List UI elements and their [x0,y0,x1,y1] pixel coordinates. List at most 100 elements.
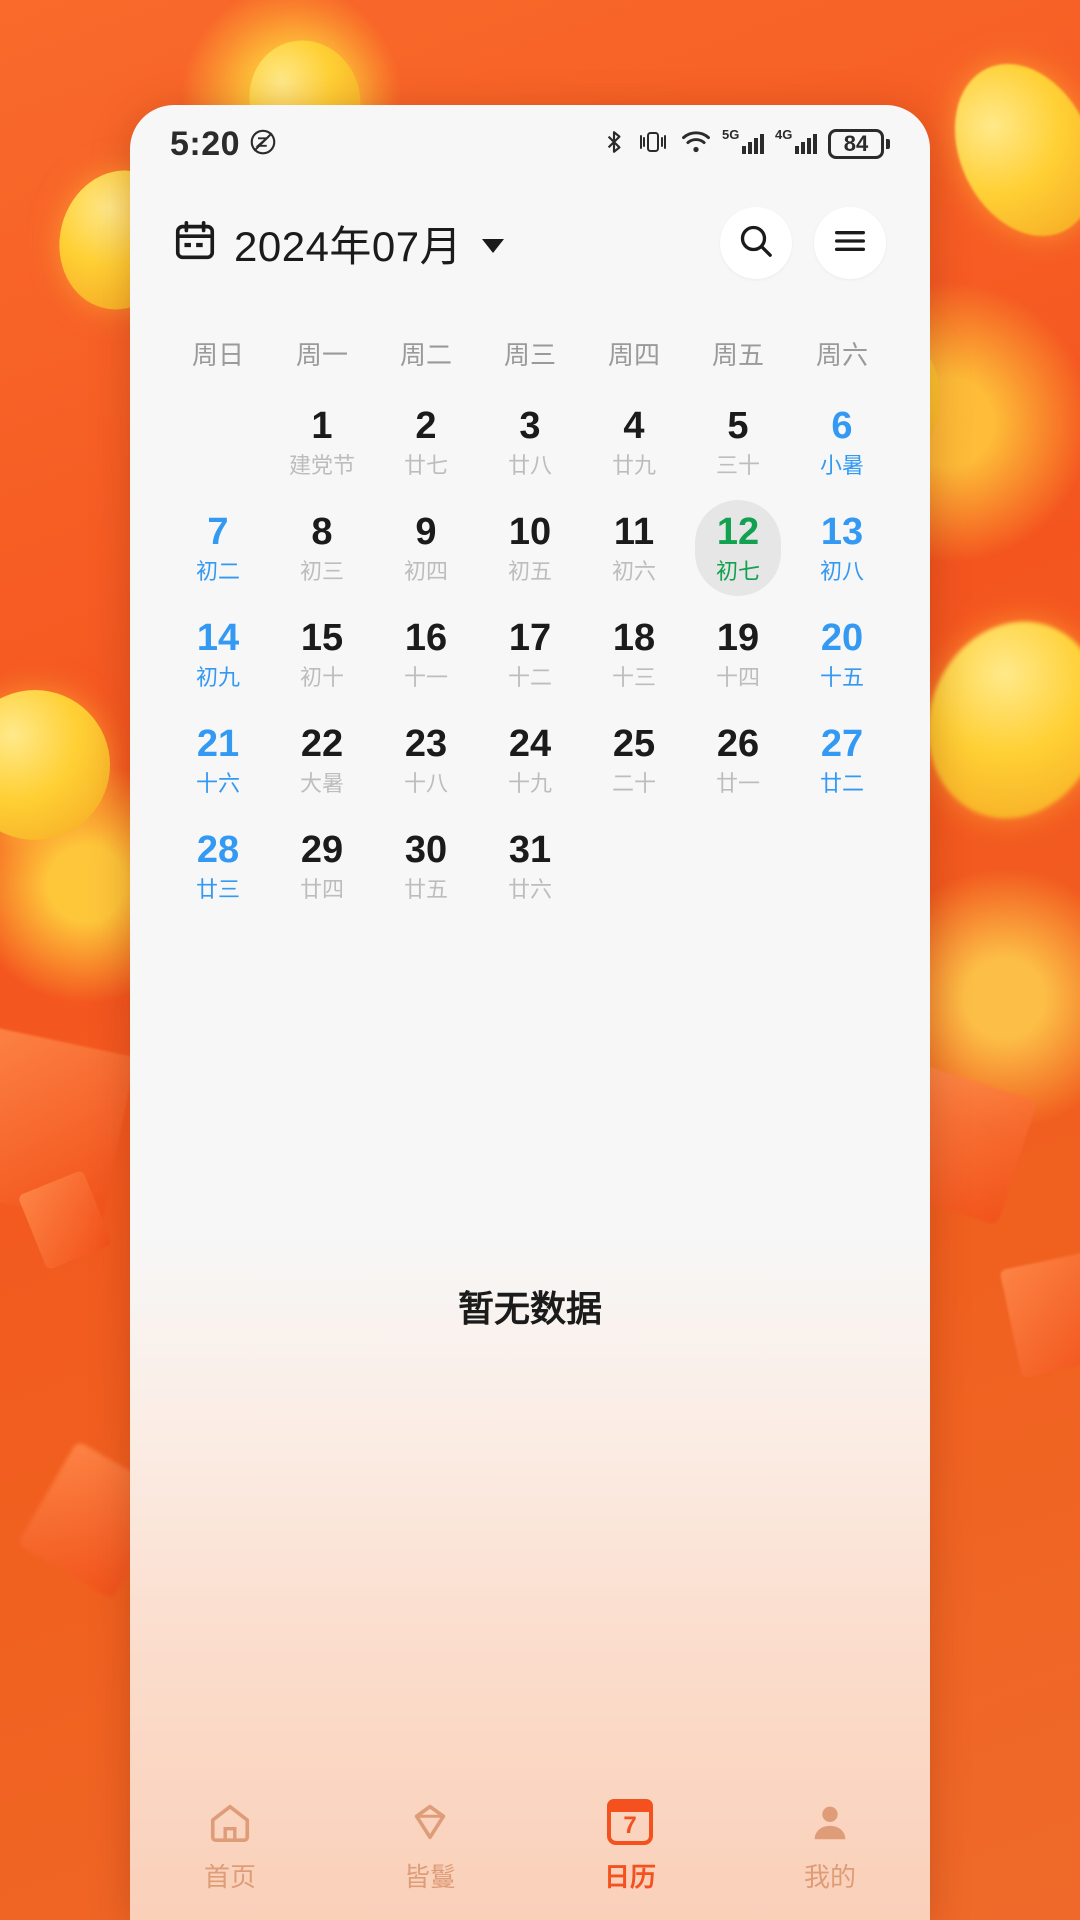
lunar-label: 三十 [715,453,760,478]
day-number: 24 [508,723,552,765]
day-number: 17 [508,617,552,659]
lunar-label: 初四 [403,559,448,584]
weekday-label: 周一 [295,340,348,370]
calendar-day[interactable]: 8 初三 [270,500,374,596]
vibrate-icon [636,127,670,162]
lunar-label: 初六 [611,559,656,584]
search-button[interactable] [720,207,792,279]
gem-icon [407,1797,453,1847]
calendar-day[interactable]: 7 初二 [166,500,270,596]
tab-gem[interactable]: 皆鬘 [330,1797,530,1894]
weekday-label: 周二 [399,340,452,370]
calendar-day[interactable]: 9 初四 [374,500,478,596]
calendar-day[interactable]: 23 十八 [374,712,478,808]
calendar-day[interactable]: 13 初八 [790,500,894,596]
day-number: 13 [820,511,864,553]
day-number: 30 [404,829,448,871]
calendar-day[interactable]: 4 廿九 [582,394,686,490]
lunar-label: 二十 [611,771,656,796]
day-number: 31 [508,829,552,871]
day-number: 20 [820,617,864,659]
calendar-day[interactable]: 15 初十 [270,606,374,702]
day-number: 11 [613,511,655,553]
calendar-day[interactable]: 11 初六 [582,500,686,596]
day-number: 10 [508,511,552,553]
calendar-weeks: 1 建党节 2 廿七 3 廿八 4 廿九 5 三十 6 小暑 7 初二 8 初三 9 初四 10 初五 11 初六 12 初七… [166,394,894,914]
lunar-label: 初九 [195,665,240,690]
calendar-day[interactable]: 1 建党节 [270,394,374,490]
lunar-label: 十八 [403,771,448,796]
lunar-label: 廿二 [819,771,864,796]
calendar-day[interactable]: 28 廿三 [166,818,270,914]
day-number: 2 [415,405,437,447]
day-number: 9 [415,511,437,553]
calendar-grid: 周日 周一 周二 周三 周四 周五 周六 1 建党节 2 廿七 3 廿八 4 廿九 5 三十 6 小暑 7 初二 8 初三… [130,303,930,914]
lunar-label: 大暑 [299,771,344,796]
coin-decoration [0,690,110,840]
calendar-day-selected[interactable]: 12 初七 [686,500,790,596]
lunar-label: 廿五 [403,877,448,902]
lunar-label: 初五 [507,559,552,584]
bottom-tab-bar: 首页 皆鬘 7 日历 我的 [130,1770,930,1920]
signal-5g-icon: 5G [722,126,766,163]
calendar-day[interactable]: 26 廿一 [686,712,790,808]
bluetooth-icon [601,127,627,162]
calendar-day[interactable]: 19 十四 [686,606,790,702]
day-number: 22 [300,723,344,765]
calendar-day[interactable]: 3 廿八 [478,394,582,490]
day-number: 5 [727,405,749,447]
status-bar: 5:20 5G 4G 84 [130,105,930,183]
hamburger-menu-icon [830,221,870,266]
calendar-day[interactable]: 25 二十 [582,712,686,808]
lunar-label: 十六 [195,771,240,796]
tab-home[interactable]: 首页 [130,1797,330,1894]
phone-screen: 5:20 5G 4G 84 2024年07月 周日 周一 周二 周三 周四 周五… [130,105,930,1920]
month-selector[interactable]: 2024年07月 [172,213,505,274]
calendar-day[interactable]: 16 十一 [374,606,478,702]
page-title: 2024年07月 [234,222,463,270]
day-number: 8 [311,511,333,553]
lunar-label: 十一 [403,665,448,690]
tab-label: 日历 [603,1861,656,1892]
lunar-label: 廿三 [195,877,240,902]
status-bar-right: 5G 4G 84 [601,126,890,163]
battery-icon: 84 [828,129,890,159]
day-number: 1 [311,405,333,447]
calendar-day[interactable]: 31 廿六 [478,818,582,914]
menu-button[interactable] [814,207,886,279]
status-bar-left: 5:20 [170,125,278,164]
calendar-day[interactable]: 30 廿五 [374,818,478,914]
calendar-day[interactable]: 24 十九 [478,712,582,808]
tab-label: 我的 [803,1861,856,1892]
lunar-label: 十二 [507,665,552,690]
calendar-day[interactable]: 5 三十 [686,394,790,490]
calendar-day[interactable]: 14 初九 [166,606,270,702]
lunar-label: 初二 [195,559,240,584]
calendar-week-row: 28 廿三 29 廿四 30 廿五 31 廿六 [166,818,894,914]
home-icon [207,1797,253,1847]
calendar-day[interactable]: 27 廿二 [790,712,894,808]
weekday-header-row: 周日 周一 周二 周三 周四 周五 周六 [166,317,894,394]
calendar-day[interactable]: 10 初五 [478,500,582,596]
lunar-label: 十四 [715,665,760,690]
chevron-down-icon[interactable] [482,239,505,253]
wifi-icon [679,127,713,162]
day-number: 6 [831,405,853,447]
calendar-day[interactable]: 21 十六 [166,712,270,808]
lunar-label: 十五 [819,665,864,690]
day-number: 23 [404,723,448,765]
header-actions [720,207,886,279]
day-number: 16 [404,617,448,659]
svg-text:5G: 5G [722,127,739,142]
calendar-day[interactable]: 17 十二 [478,606,582,702]
calendar-day[interactable]: 29 廿四 [270,818,374,914]
tab-person[interactable]: 我的 [730,1797,930,1894]
calendar-day[interactable]: 18 十三 [582,606,686,702]
calendar-day[interactable]: 22 大暑 [270,712,374,808]
day-number: 28 [196,829,240,871]
calendar-day[interactable]: 20 十五 [790,606,894,702]
tab-calendar-badge[interactable]: 7 日历 [530,1797,730,1894]
lunar-label: 初三 [299,559,344,584]
calendar-day[interactable]: 6 小暑 [790,394,894,490]
calendar-day[interactable]: 2 廿七 [374,394,478,490]
